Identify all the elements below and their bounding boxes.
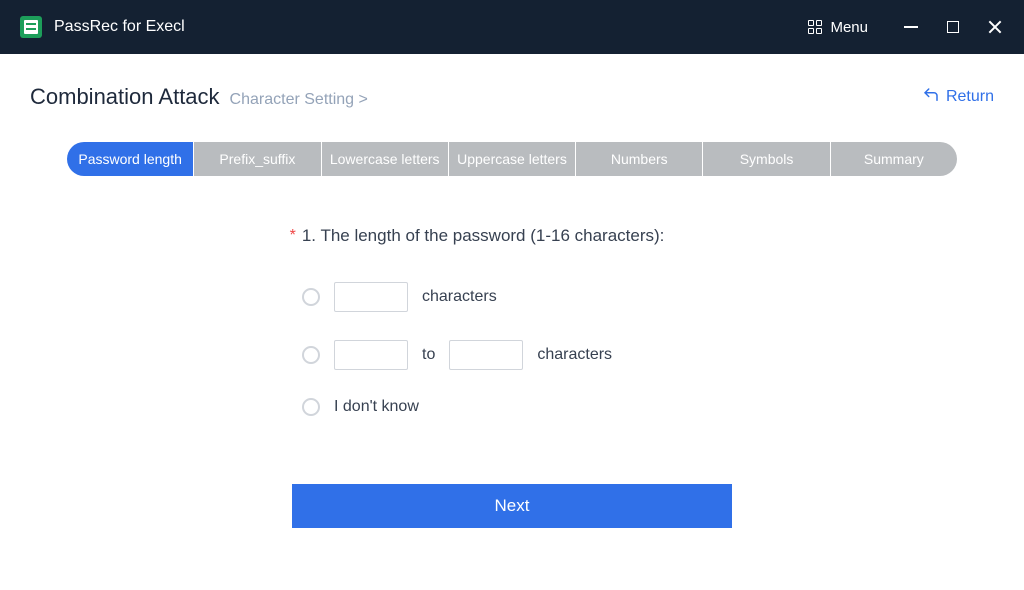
- close-button[interactable]: [986, 18, 1004, 36]
- input-range-min[interactable]: [334, 340, 408, 370]
- app-title: PassRec for Execl: [54, 18, 185, 36]
- option-range-middle: to: [422, 346, 435, 364]
- return-label: Return: [946, 88, 994, 106]
- option-range-suffix: characters: [537, 346, 612, 364]
- input-range-max[interactable]: [449, 340, 523, 370]
- page-title: Combination Attack: [30, 84, 220, 110]
- tab-lowercase-letters[interactable]: Lowercase letters: [322, 142, 448, 176]
- question-row: * 1. The length of the password (1-16 ch…: [290, 226, 665, 246]
- option-dont-know-label: I don't know: [334, 398, 419, 416]
- required-star: *: [290, 227, 296, 245]
- option-dont-know: I don't know: [302, 398, 419, 416]
- tab-numbers[interactable]: Numbers: [576, 142, 702, 176]
- page-header: Combination Attack Character Setting > R…: [30, 84, 994, 110]
- return-button[interactable]: Return: [922, 86, 994, 109]
- return-icon: [922, 86, 940, 109]
- close-icon: [987, 19, 1003, 35]
- option-range-length: to characters: [302, 340, 612, 370]
- tab-summary[interactable]: Summary: [831, 142, 957, 176]
- tab-symbols[interactable]: Symbols: [703, 142, 829, 176]
- tab-prefix-suffix[interactable]: Prefix_suffix: [194, 142, 320, 176]
- breadcrumb-sub[interactable]: Character Setting >: [230, 91, 368, 109]
- tab-password-length[interactable]: Password length: [67, 142, 193, 176]
- next-button[interactable]: Next: [292, 484, 732, 528]
- content-area: Combination Attack Character Setting > R…: [0, 54, 1024, 590]
- maximize-button[interactable]: [944, 18, 962, 36]
- menu-button[interactable]: Menu: [798, 13, 878, 42]
- breadcrumb: Combination Attack Character Setting >: [30, 84, 368, 110]
- option-exact-suffix: characters: [422, 288, 497, 306]
- option-exact-length: characters: [302, 282, 497, 312]
- maximize-icon: [947, 21, 959, 33]
- input-exact-length[interactable]: [334, 282, 408, 312]
- app-window: PassRec for Execl Menu Combination Attac…: [0, 0, 1024, 590]
- minimize-button[interactable]: [902, 18, 920, 36]
- menu-label: Menu: [830, 19, 868, 36]
- question-text: 1. The length of the password (1-16 char…: [302, 226, 665, 246]
- form-area: * 1. The length of the password (1-16 ch…: [262, 226, 762, 444]
- titlebar: PassRec for Execl Menu: [0, 0, 1024, 54]
- grid-icon: [808, 20, 822, 34]
- window-controls: [902, 18, 1004, 36]
- radio-range-length[interactable]: [302, 346, 320, 364]
- tab-uppercase-letters[interactable]: Uppercase letters: [449, 142, 575, 176]
- minimize-icon: [904, 26, 918, 28]
- tabs-bar: Password length Prefix_suffix Lowercase …: [67, 142, 957, 176]
- radio-exact-length[interactable]: [302, 288, 320, 306]
- app-logo-icon: [20, 16, 42, 38]
- radio-dont-know[interactable]: [302, 398, 320, 416]
